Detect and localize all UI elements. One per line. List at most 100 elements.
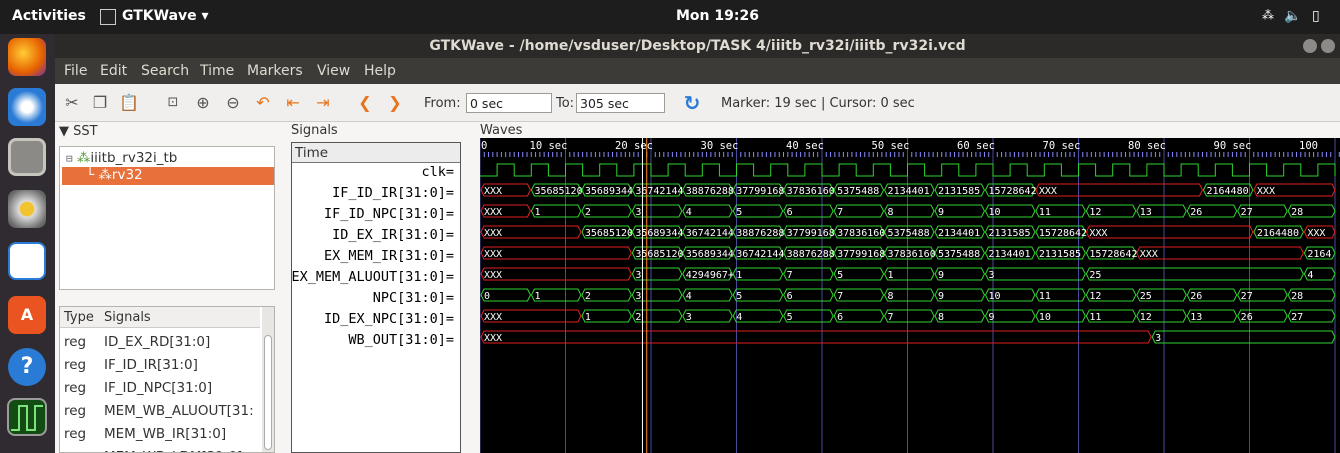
from-input[interactable] [466, 93, 552, 113]
thunderbird-icon[interactable] [8, 88, 46, 126]
bus-value-label: 7 [837, 207, 843, 218]
signal-name-row[interactable]: ID_EX_NPC[31:0]= [324, 311, 454, 327]
bus-value-label: XXX [484, 333, 502, 344]
firefox-icon[interactable] [8, 38, 46, 76]
zoom-end-icon[interactable]: ⇥ [313, 93, 333, 113]
bus-value-label: 37836160 [888, 249, 936, 260]
col-signals[interactable]: Signals [104, 310, 151, 325]
wave-glyph-icon [11, 405, 43, 431]
help-icon[interactable]: ? [8, 348, 46, 386]
signal-name-row[interactable]: EX_MEM_IR[31:0]= [324, 248, 454, 264]
bus-value-label: 26 [1190, 207, 1202, 218]
signal-name-row[interactable]: NPC[31:0]= [373, 290, 454, 306]
menu-view[interactable]: View [317, 63, 350, 79]
signal-name-row[interactable]: IF_ID_IR[31:0]= [332, 185, 454, 201]
bus-value-label: 1 [534, 207, 540, 218]
bus-value-label: 37799168 [736, 186, 784, 197]
signal-name-row[interactable]: clk= [421, 164, 454, 180]
toolbar: ✂ ❐ 📋 ⊡ ⊕ ⊖ ↶ ⇤ ⇥ ❮ ❯ From: To: ↻ Marker… [55, 84, 1340, 122]
list-item[interactable]: reg IF_ID_NPC[31:0] [60, 379, 260, 401]
waveform-canvas[interactable]: 0 10 sec 20 sec 30 sec 40 sec 50 sec 60 sec 70 … [480, 138, 1340, 453]
waves-panel[interactable]: 0 10 sec 20 sec 30 sec 40 sec 50 sec 60 sec 70 … [480, 138, 1340, 453]
clk-trace [480, 163, 1336, 177]
ruler-label: 30 sec [701, 140, 739, 152]
bus-value-label: XXX [484, 186, 502, 197]
tree-node-rv32[interactable]: └ ⁂rv32 [62, 167, 274, 185]
minimize-button[interactable] [1303, 39, 1317, 53]
list-item[interactable]: reg ID_EX_RD[31:0] [60, 333, 260, 355]
activities-button[interactable]: Activities [12, 8, 86, 24]
copy-icon[interactable]: ❐ [90, 93, 110, 113]
bus-value-label: 7 [888, 312, 894, 323]
next-edge-icon[interactable]: ❯ [385, 93, 405, 113]
menu-file[interactable]: File [64, 63, 87, 79]
zoom-start-icon[interactable]: ⇤ [283, 93, 303, 113]
sst-title[interactable]: ▼ SST [59, 124, 98, 139]
volume-icon[interactable]: 🔈 [1284, 8, 1301, 24]
signal-type: reg [64, 426, 87, 442]
app-menu-button[interactable]: GTKWave ▾ [122, 8, 209, 24]
signal-name-row[interactable]: IF_ID_NPC[31:0]= [324, 206, 454, 222]
software-icon[interactable]: A [8, 296, 46, 334]
battery-icon[interactable]: ▯ [1312, 8, 1320, 24]
menu-time[interactable]: Time [200, 63, 234, 79]
clock[interactable]: Mon 19:26 [676, 8, 759, 24]
signals-panel: Time clk= IF_ID_IR[31:0]= IF_ID_NPC[31:0]=… [291, 142, 461, 453]
paste-icon[interactable]: 📋 [119, 93, 139, 113]
scroll-thumb[interactable] [264, 335, 272, 450]
list-item[interactable]: reg MEM_WB_LDM[31:0] [60, 448, 260, 452]
writer-icon[interactable] [8, 242, 46, 280]
bus-value-label: 7 [837, 291, 843, 302]
bus-value-label: 2164480 [1206, 186, 1248, 197]
bus-value-label: 7 [787, 270, 793, 281]
bus-value-label: 4 [686, 291, 692, 302]
bus-value-label: 4 [736, 312, 742, 323]
bus-segment [984, 267, 1086, 281]
signal-type: reg [64, 449, 86, 452]
sst-scrollbar[interactable] [262, 307, 274, 452]
dock: A ? [0, 34, 55, 453]
bus-value-label: 38876288 [686, 186, 734, 197]
zoom-in-icon[interactable]: ⊕ [193, 93, 213, 113]
menu-markers[interactable]: Markers [247, 63, 303, 79]
reload-icon[interactable]: ↻ [682, 93, 702, 113]
col-type[interactable]: Type [64, 310, 94, 325]
bus-value-label: 27 [1241, 207, 1253, 218]
ruler-label: 80 sec [1128, 140, 1166, 152]
list-item[interactable]: reg MEM_WB_IR[31:0] [60, 425, 260, 447]
menu-help[interactable]: Help [364, 63, 396, 79]
zoom-out-icon[interactable]: ⊖ [223, 93, 243, 113]
bus-value-label: 35689344 [686, 249, 734, 260]
bus-value-label: XXX [484, 228, 502, 239]
zoom-fit-icon[interactable]: ⊡ [163, 93, 183, 113]
bus-value-label: 3 [635, 207, 641, 218]
bus-value-label: 2 [585, 207, 591, 218]
signal-name-row[interactable]: EX_MEM_ALUOUT[31:0]= [291, 269, 454, 285]
list-item[interactable]: reg MEM_WB_ALUOUT[31: [60, 402, 260, 424]
tree-node-tb[interactable]: ⊟ ⁂iiitb_rv32i_tb [66, 150, 177, 166]
bus-value-label: 10 [988, 291, 1000, 302]
menu-edit[interactable]: Edit [100, 63, 127, 79]
gtkwave-icon[interactable] [7, 398, 47, 436]
bus-value-label: 9 [938, 291, 944, 302]
ruler-label: 70 sec [1043, 140, 1081, 152]
undo-zoom-icon[interactable]: ↶ [253, 93, 273, 113]
cut-icon[interactable]: ✂ [62, 93, 82, 113]
signal-name-row[interactable]: WB_OUT[31:0]= [348, 332, 454, 348]
prev-edge-icon[interactable]: ❮ [355, 93, 375, 113]
bus-value-label: 38876288 [736, 228, 784, 239]
close-button[interactable] [1321, 39, 1335, 53]
to-input[interactable] [576, 93, 665, 113]
files-icon[interactable] [8, 138, 46, 176]
bus-value-label: XXX [1307, 228, 1325, 239]
bus-value-label: 2164 [1307, 249, 1331, 260]
signal-name-row[interactable]: ID_EX_IR[31:0]= [332, 227, 454, 243]
list-item[interactable]: reg IF_ID_IR[31:0] [60, 356, 260, 378]
bus-value-label: 5 [736, 207, 742, 218]
rhythmbox-icon[interactable] [8, 190, 46, 228]
bus-value-label: 10 [988, 207, 1000, 218]
bus-segment [1035, 183, 1204, 197]
network-icon[interactable]: ⁂ [1262, 8, 1274, 22]
menu-search[interactable]: Search [141, 63, 189, 79]
bus-value-label: 8 [888, 291, 894, 302]
